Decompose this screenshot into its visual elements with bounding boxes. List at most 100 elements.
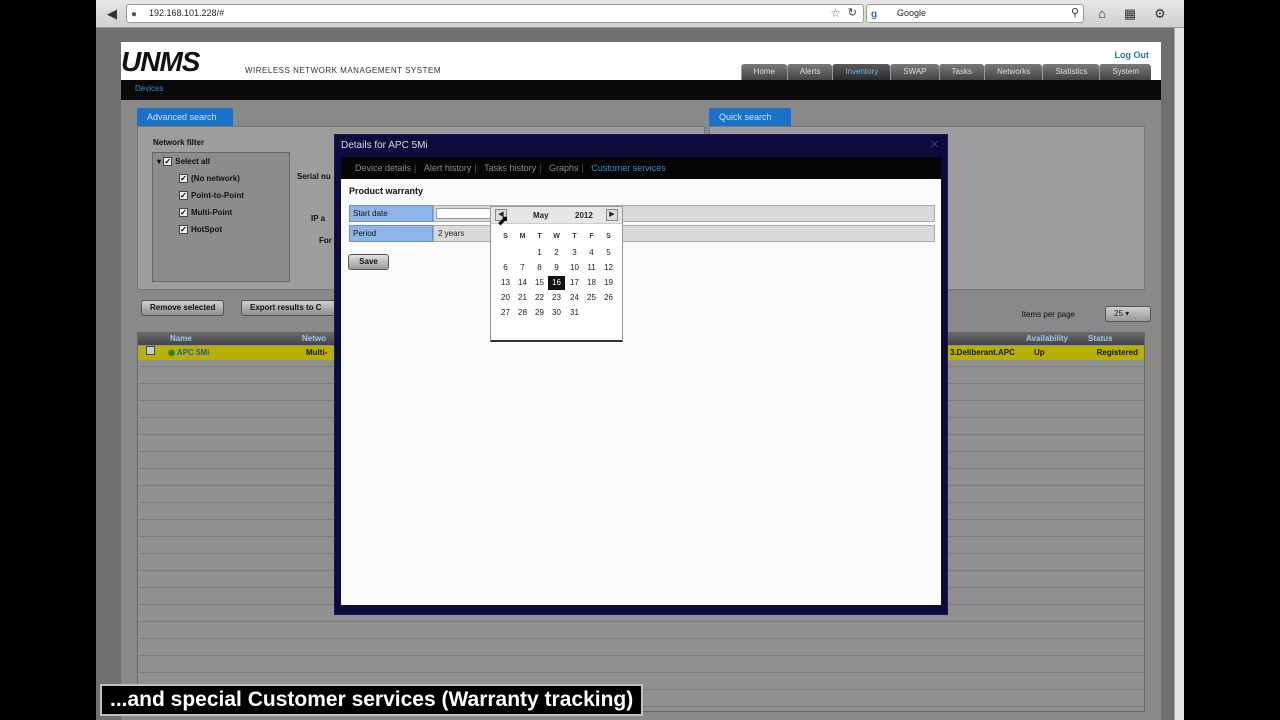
tab-alert-history[interactable]: Alert history [424, 163, 472, 173]
addon-icon[interactable]: ▦ [1120, 4, 1140, 24]
row-checkbox[interactable] [146, 346, 158, 360]
calendar-day[interactable]: 16 [548, 276, 565, 290]
search-icon[interactable]: ⚲ [1071, 5, 1079, 22]
calendar-day[interactable]: 5 [600, 246, 617, 260]
nav-tab-inventory[interactable]: Inventory [832, 64, 891, 80]
column-name[interactable]: Name [170, 333, 192, 345]
tree-multi-point[interactable]: ✓ Multi-Point [179, 208, 232, 217]
next-month-icon[interactable]: ▶ [606, 209, 618, 221]
calendar-day[interactable]: 15 [531, 276, 548, 290]
calendar-day[interactable]: 31 [566, 306, 583, 320]
items-per-page-select[interactable]: 25 ▾ [1105, 306, 1151, 322]
checkbox-icon[interactable]: ✓ [163, 157, 173, 166]
calendar-day[interactable]: 13 [497, 276, 514, 290]
network-filter-title: Network filter [153, 138, 205, 147]
column-status[interactable]: Status [1088, 333, 1112, 345]
calendar-day[interactable]: 18 [583, 276, 600, 290]
calendar-day[interactable]: 24 [566, 291, 583, 305]
nav-tab-alerts[interactable]: Alerts [786, 64, 833, 80]
google-icon: g [871, 9, 878, 20]
search-engine-label: Google [897, 8, 927, 18]
checkbox-icon[interactable]: ✓ [179, 225, 188, 234]
calendar-day[interactable]: 6 [497, 261, 514, 275]
checkbox-icon[interactable]: ✓ [179, 174, 188, 183]
expand-arrow-icon[interactable]: ▾ [157, 157, 161, 166]
address-bar[interactable]: ● 192.168.101.228/# ☆ ↻ [126, 4, 864, 23]
tree-select-all[interactable]: ▾ ✓ Select all [157, 157, 210, 166]
quick-search-title[interactable]: Quick search [709, 108, 791, 126]
calendar-day[interactable]: 28 [514, 306, 531, 320]
calendar-day[interactable]: 7 [514, 261, 531, 275]
checkbox-icon[interactable]: ✓ [179, 191, 188, 200]
reload-icon[interactable]: ↻ [848, 5, 857, 22]
checkbox-icon[interactable]: ✓ [179, 208, 188, 217]
weekday-label: F [589, 233, 594, 240]
calendar-day[interactable]: 12 [600, 261, 617, 275]
calendar-day[interactable]: 3 [566, 246, 583, 260]
calendar-day[interactable]: 21 [514, 291, 531, 305]
nav-tab-swap[interactable]: SWAP [890, 64, 939, 80]
calendar-day[interactable]: 26 [600, 291, 617, 305]
calendar-day[interactable]: 1 [531, 246, 548, 260]
calendar-day[interactable]: 22 [531, 291, 548, 305]
calendar-header: ◀ May 2012 ▶ [491, 207, 622, 224]
weekday-label: W [553, 233, 560, 240]
close-icon[interactable]: ✕ [930, 138, 939, 151]
logout-link[interactable]: Log Out [1115, 50, 1150, 60]
network-filter-tree: ▾ ✓ Select all ✓ (No network) ✓ Point-to-Po… [152, 152, 290, 282]
calendar-day[interactable]: 10 [566, 261, 583, 275]
start-date-input[interactable] [436, 208, 492, 219]
save-button[interactable]: Save [348, 254, 389, 270]
calendar-day[interactable]: 8 [531, 261, 548, 275]
calendar-day[interactable]: 29 [531, 306, 548, 320]
calendar-day[interactable]: 2 [548, 246, 565, 260]
tree-hotspot[interactable]: ✓ HotSpot [179, 225, 222, 234]
weekday-label: S [503, 233, 508, 240]
tab-device-details[interactable]: Device details [355, 163, 411, 173]
tree-no-network[interactable]: ✓ (No network) [179, 174, 240, 183]
period-label: Period [349, 225, 433, 242]
calendar-day[interactable]: 27 [497, 306, 514, 320]
calendar-day[interactable]: 9 [548, 261, 565, 275]
mouse-cursor-icon: ⬈ [497, 212, 509, 228]
search-bar[interactable]: g Google ⚲ [866, 4, 1084, 23]
period-value[interactable]: 2 years [438, 226, 464, 241]
column-availability[interactable]: Availability [1026, 333, 1068, 345]
home-icon[interactable]: ⌂ [1092, 4, 1112, 24]
browser-toolbar: ◀ ● 192.168.101.228/# ☆ ↻ g Google ⚲ ⌂ ▦… [96, 0, 1184, 28]
calendar-day[interactable]: 23 [548, 291, 565, 305]
advanced-search-title[interactable]: Advanced search [137, 108, 233, 126]
breadcrumb[interactable]: Devices [135, 84, 163, 93]
app-logo: UNMS [121, 46, 200, 77]
items-per-page-label: Items per page [1021, 310, 1075, 319]
tree-point-to-point[interactable]: ✓ Point-to-Point [179, 191, 244, 200]
page-scrollbar[interactable] [1174, 28, 1184, 720]
extension-icon[interactable]: ⚙ [1150, 4, 1170, 24]
tab-graphs[interactable]: Graphs [549, 163, 579, 173]
tab-customer-services[interactable]: Customer services [591, 163, 666, 173]
url-text: 192.168.101.228/# [149, 8, 225, 18]
nav-tab-tasks[interactable]: Tasks [938, 64, 984, 80]
row-name[interactable]: ◉ APC 5Mi [168, 346, 209, 360]
calendar-day[interactable]: 4 [583, 246, 600, 260]
calendar-day[interactable]: 19 [600, 276, 617, 290]
calendar-year: 2012 [575, 211, 593, 220]
calendar-day[interactable]: 25 [583, 291, 600, 305]
remove-selected-button[interactable]: Remove selected [141, 300, 225, 316]
column-network[interactable]: Netwo [302, 333, 326, 345]
nav-tab-networks[interactable]: Networks [983, 64, 1043, 80]
calendar-day[interactable]: 17 [566, 276, 583, 290]
calendar-day[interactable]: 11 [583, 261, 600, 275]
nav-tab-system[interactable]: System [1099, 64, 1151, 80]
back-icon[interactable]: ◀ [102, 4, 122, 24]
chevron-down-icon: ▾ [1125, 309, 1130, 318]
weekday-label: S [606, 233, 611, 240]
nav-tab-statistics[interactable]: Statistics [1042, 64, 1100, 80]
calendar-day[interactable]: 14 [514, 276, 531, 290]
tab-tasks-history[interactable]: Tasks history [484, 163, 536, 173]
nav-tab-home[interactable]: Home [740, 64, 787, 80]
calendar-day[interactable]: 30 [548, 306, 565, 320]
bookmark-star-icon[interactable]: ☆ [830, 5, 841, 22]
calendar-day[interactable]: 20 [497, 291, 514, 305]
export-results-button[interactable]: Export results to C [241, 300, 341, 316]
